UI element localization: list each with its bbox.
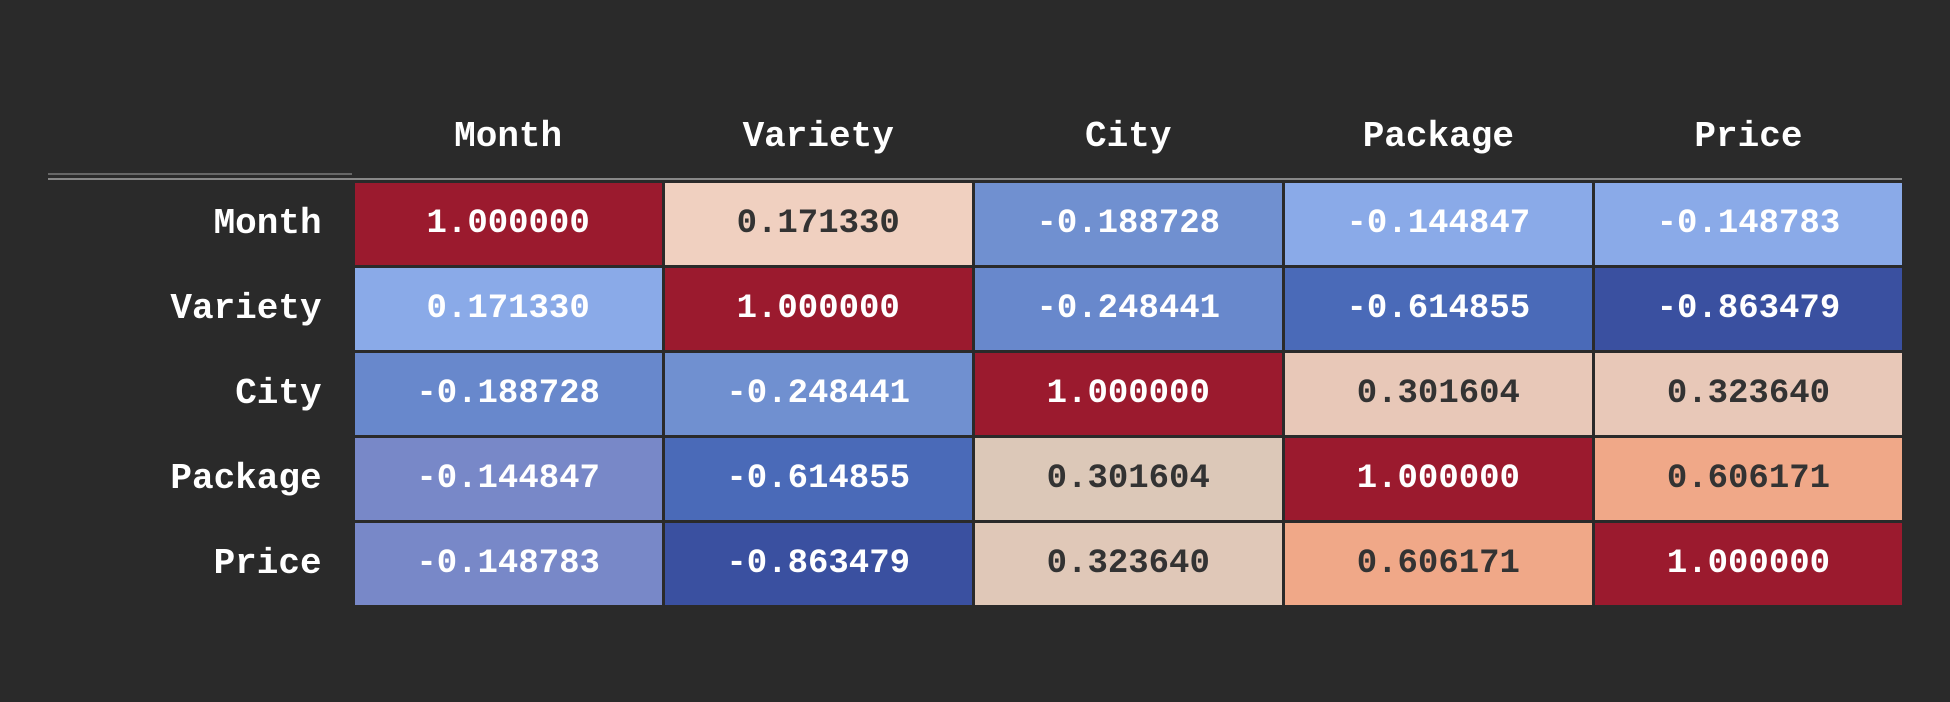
col-header-package: Package [1285,98,1592,175]
row-label-package: Package [48,438,352,520]
cell-variety-col2: -0.248441 [975,268,1282,350]
row-label-month: Month [48,183,352,265]
cell-city-col1: -0.248441 [665,353,972,435]
cell-package-col3: 1.000000 [1285,438,1592,520]
cell-variety-col3: -0.614855 [1285,268,1592,350]
cell-price-col4: 1.000000 [1595,523,1902,605]
cell-package-col2: 0.301604 [975,438,1282,520]
col-header-price: Price [1595,98,1902,175]
cell-price-col1: -0.863479 [665,523,972,605]
corner-header [48,98,352,175]
table-row: Package-0.144847-0.6148550.3016041.00000… [48,438,1902,520]
table-row: City-0.188728-0.2484411.0000000.3016040.… [48,353,1902,435]
cell-month-col2: -0.188728 [975,183,1282,265]
cell-month-col0: 1.000000 [355,183,662,265]
cell-variety-col0: 0.171330 [355,268,662,350]
col-header-variety: Variety [665,98,972,175]
cell-city-col2: 1.000000 [975,353,1282,435]
cell-month-col1: 0.171330 [665,183,972,265]
table-row: Variety0.1713301.000000-0.248441-0.61485… [48,268,1902,350]
cell-variety-col4: -0.863479 [1595,268,1902,350]
row-label-variety: Variety [48,268,352,350]
cell-month-col3: -0.144847 [1285,183,1592,265]
correlation-table: Month Variety City Package Price Month1.… [45,95,1905,608]
table-row: Month1.0000000.171330-0.188728-0.144847-… [48,183,1902,265]
header-divider-row [48,178,1902,180]
col-header-city: City [975,98,1282,175]
cell-price-col3: 0.606171 [1285,523,1592,605]
heatmap-container: Month Variety City Package Price Month1.… [25,75,1925,628]
cell-package-col4: 0.606171 [1595,438,1902,520]
cell-price-col2: 0.323640 [975,523,1282,605]
row-label-city: City [48,353,352,435]
cell-month-col4: -0.148783 [1595,183,1902,265]
cell-city-col0: -0.188728 [355,353,662,435]
cell-price-col0: -0.148783 [355,523,662,605]
cell-city-col3: 0.301604 [1285,353,1592,435]
row-label-price: Price [48,523,352,605]
col-header-month: Month [355,98,662,175]
header-row: Month Variety City Package Price [48,98,1902,175]
cell-package-col0: -0.144847 [355,438,662,520]
cell-variety-col1: 1.000000 [665,268,972,350]
table-row: Price-0.148783-0.8634790.3236400.6061711… [48,523,1902,605]
cell-package-col1: -0.614855 [665,438,972,520]
cell-city-col4: 0.323640 [1595,353,1902,435]
